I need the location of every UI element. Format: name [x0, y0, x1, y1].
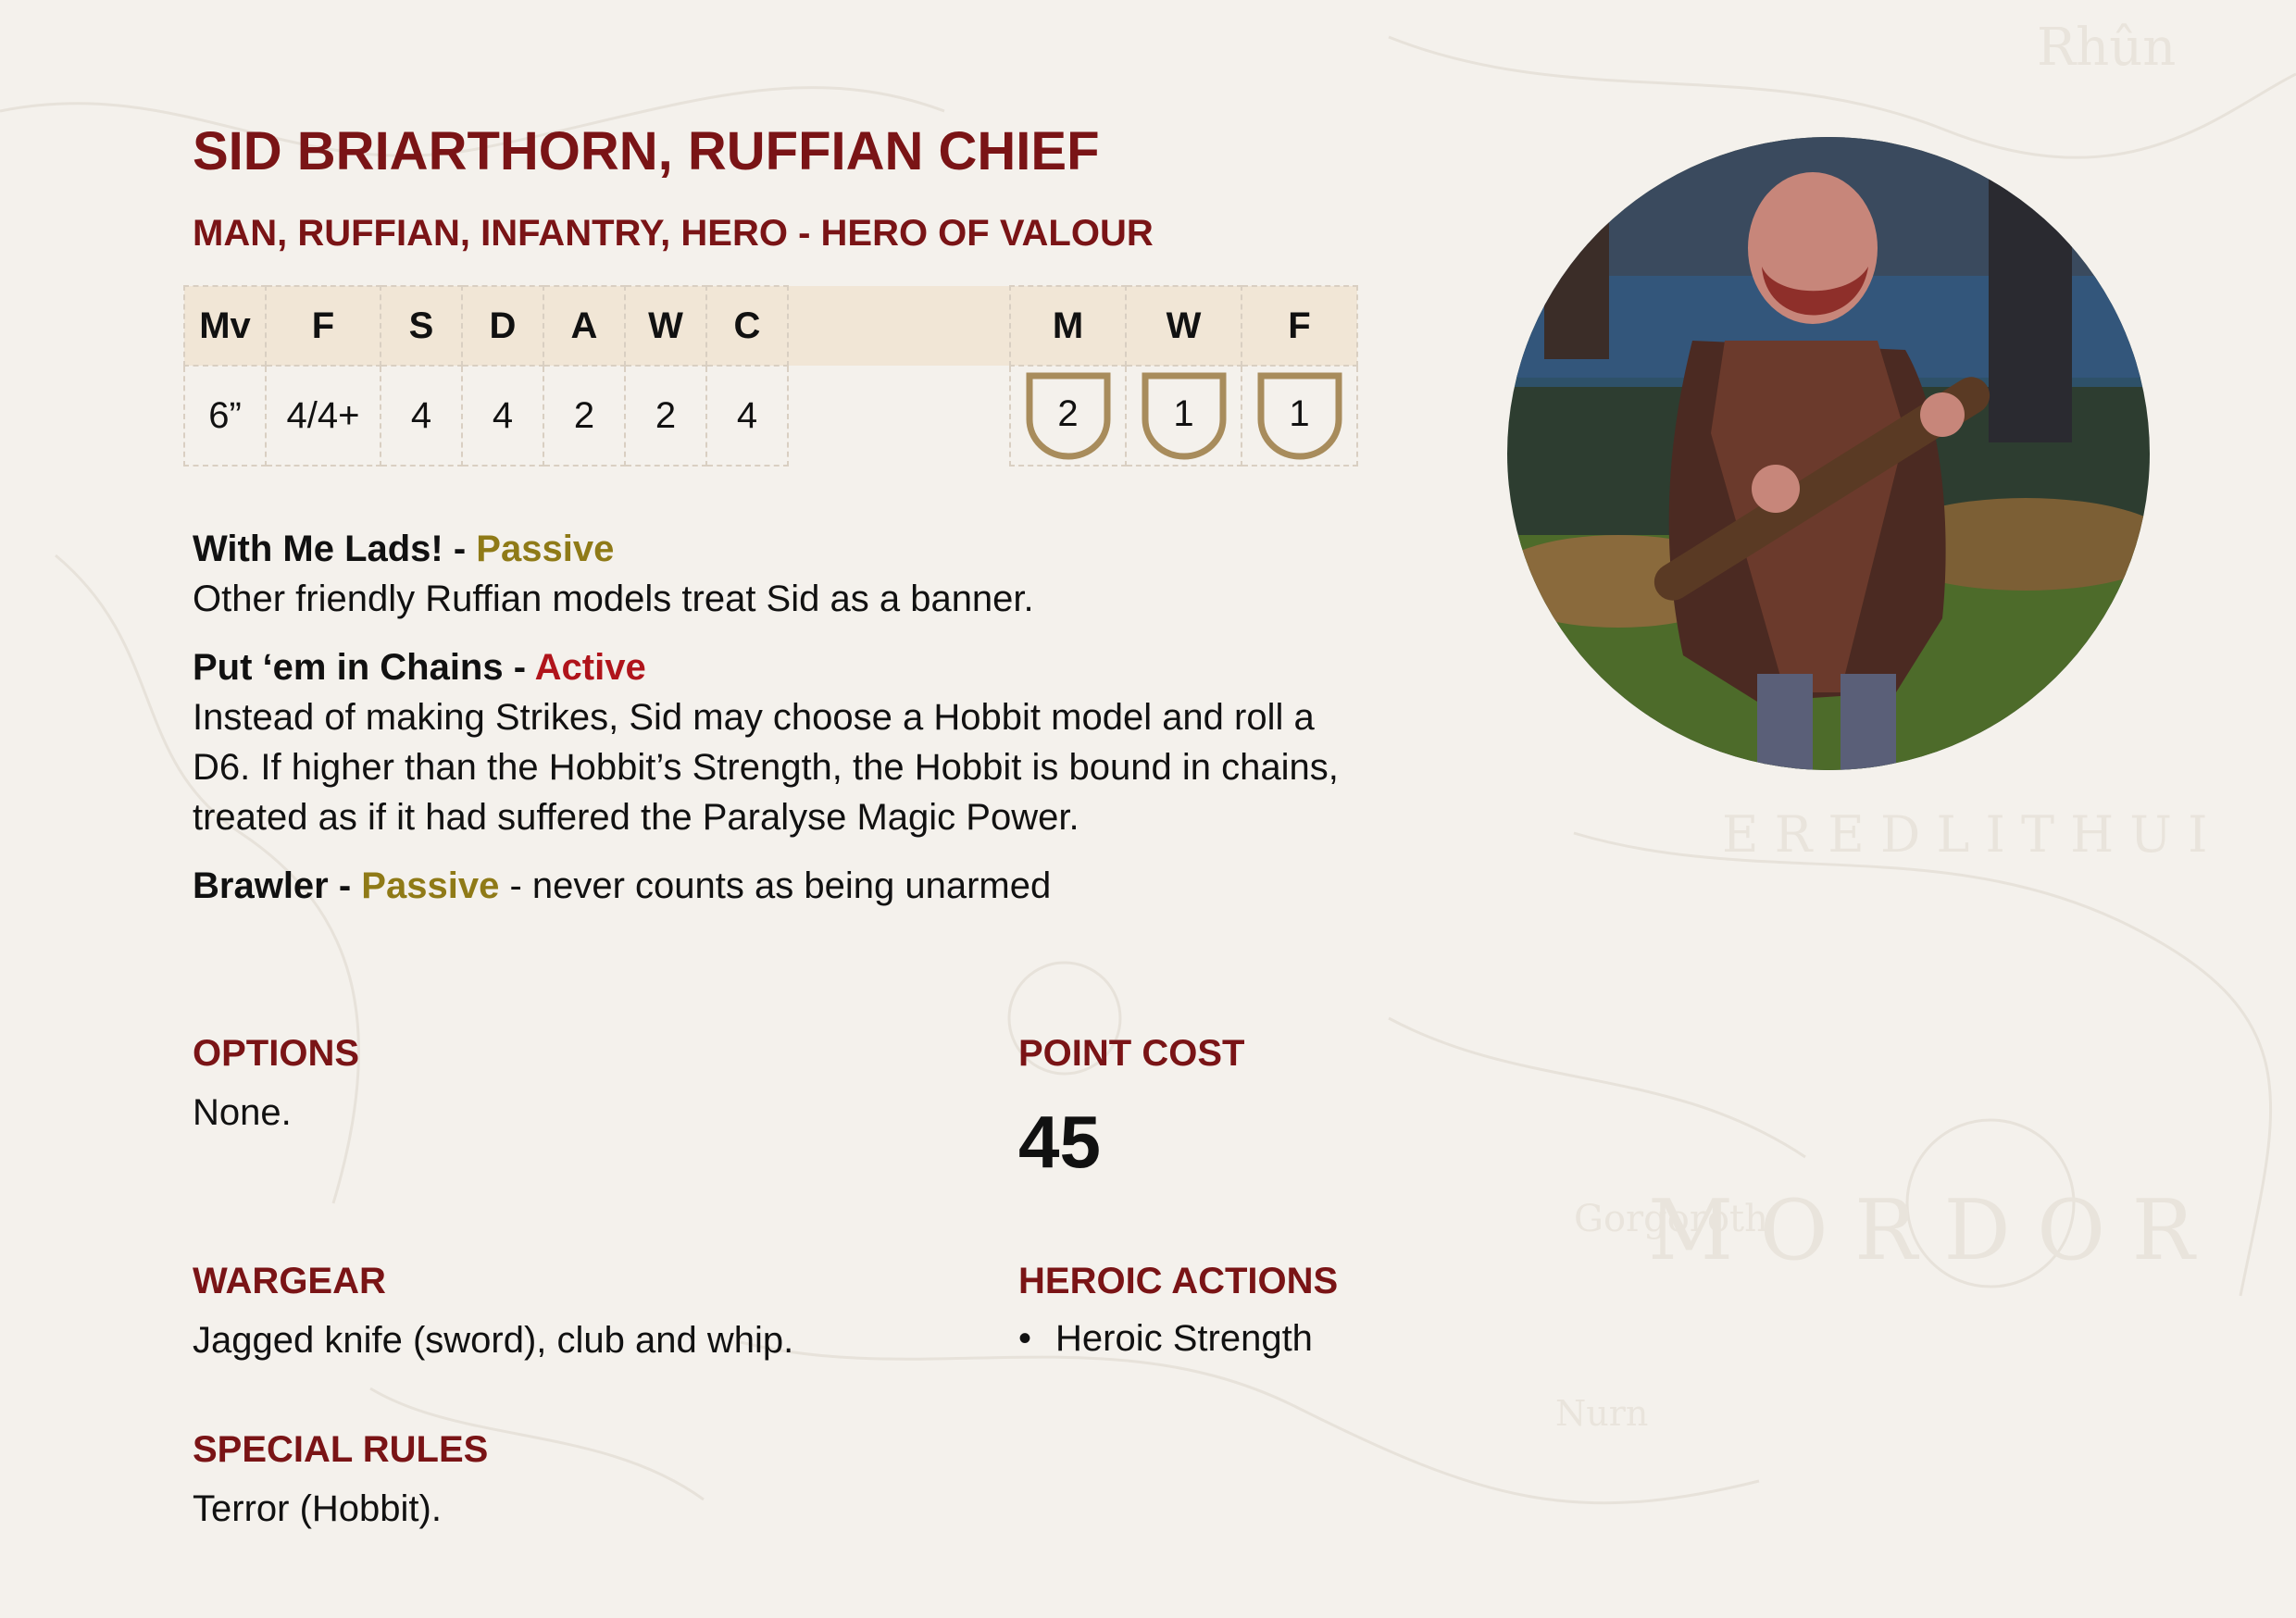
stat-header-fight: F [265, 285, 381, 367]
list-item: Heroic Strength [1018, 1318, 1313, 1360]
rule-with-me-lads: With Me Lads! - Passive Other friendly R… [193, 529, 1034, 619]
rule-type: Active [534, 647, 646, 688]
special-rules-text: Terror (Hobbit). [193, 1488, 442, 1529]
stat-header-defence: D [461, 285, 544, 367]
stat-header-might: M [1009, 285, 1127, 367]
wargear-heading: WARGEAR [193, 1261, 386, 1301]
wargear-text: Jagged knife (sword), club and whip. [193, 1320, 794, 1361]
rule-description: Instead of making Strikes, Sid may choos… [193, 697, 1339, 838]
rule-put-em-in-chains: Put ‘em in Chains - Active Instead of ma… [193, 647, 1339, 838]
profile-title: SID BRIARTHORN, RUFFIAN CHIEF [193, 121, 1100, 181]
will-shield-icon: 1 [1141, 371, 1228, 460]
heroic-actions-list: Heroic Strength [1018, 1318, 1313, 1360]
heroic-actions-heading: HEROIC ACTIONS [1018, 1261, 1339, 1301]
profile-keywords: MAN, RUFFIAN, INFANTRY, HERO - HERO OF V… [193, 213, 1154, 254]
rule-description: - never counts as being unarmed [499, 865, 1052, 906]
rule-name: Put ‘em in Chains [193, 647, 504, 688]
stat-value-move: 6” [183, 365, 267, 467]
stat-value-courage: 4 [705, 365, 789, 467]
point-cost-heading: POINT COST [1018, 1033, 1245, 1074]
stat-value-attacks: 2 [543, 365, 626, 467]
stat-value-might: 2 [1057, 393, 1079, 434]
options-heading: OPTIONS [193, 1033, 360, 1074]
stat-value-strength: 4 [380, 365, 463, 467]
stat-header-will: W [1125, 285, 1242, 367]
heroic-characteristics-table: M W F 2 1 1 [1009, 285, 1358, 467]
rule-type: Passive [476, 529, 615, 569]
rule-brawler: Brawler - Passive - never counts as bein… [193, 865, 1052, 906]
stat-header-fate: F [1241, 285, 1358, 367]
might-shield-icon: 2 [1025, 371, 1112, 460]
fate-shield-icon: 1 [1256, 371, 1343, 460]
stat-value-defence: 4 [461, 365, 544, 467]
rule-name: Brawler [193, 865, 329, 906]
header-filler [787, 286, 1011, 366]
rule-type: Passive [361, 865, 500, 906]
characteristics-table: Mv F S D A W C 6” 4/4+ 4 4 2 2 4 [183, 285, 1011, 467]
stat-value-wounds: 2 [624, 365, 707, 467]
rule-name: With Me Lads! [193, 529, 443, 569]
stat-header-wounds: W [624, 285, 707, 367]
stat-value-will: 1 [1173, 393, 1194, 434]
stat-header-move: Mv [183, 285, 267, 367]
point-cost-value: 45 [1018, 1101, 1101, 1183]
stat-header-courage: C [705, 285, 789, 367]
special-rules-heading: SPECIAL RULES [193, 1429, 489, 1470]
stat-value-fate: 1 [1289, 393, 1310, 434]
miniature-portrait [1507, 137, 2150, 770]
stat-header-attacks: A [543, 285, 626, 367]
rule-description: Other friendly Ruffian models treat Sid … [193, 579, 1034, 619]
stat-header-strength: S [380, 285, 463, 367]
special-abilities: With Me Lads! - Passive Other friendly R… [193, 524, 1359, 929]
stat-value-fight: 4/4+ [265, 365, 381, 467]
options-text: None. [193, 1092, 292, 1133]
